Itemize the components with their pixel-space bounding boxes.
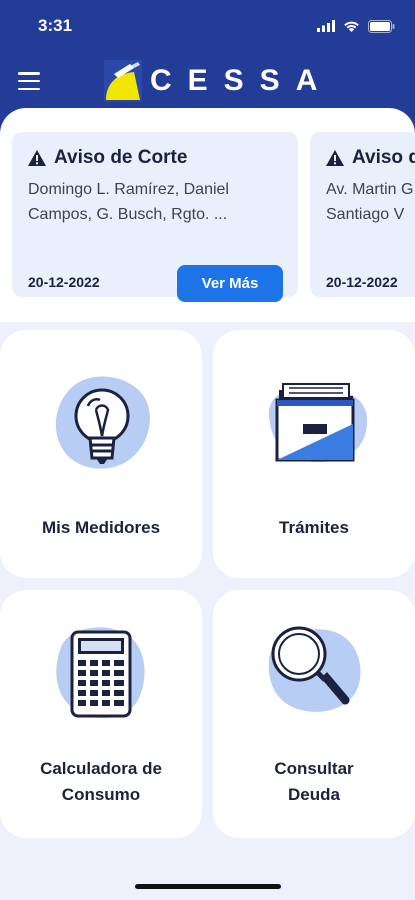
notice-date: 20-12-2022	[28, 274, 100, 290]
tile-calculadora-consumo[interactable]: Calculadora de Consumo	[0, 590, 202, 838]
notice-title: Aviso de Corte	[54, 147, 188, 168]
notice-carousel[interactable]: Aviso de Corte Domingo L. Ramírez, Danie…	[0, 108, 415, 322]
calculator-icon	[56, 627, 145, 719]
signal-icon	[317, 20, 335, 32]
tile-mis-medidores[interactable]: Mis Medidores	[0, 330, 202, 578]
logo-mark-icon	[104, 60, 142, 102]
notice-body: Av. Martin G Santiago V	[326, 181, 414, 223]
magnifier-icon	[268, 626, 361, 712]
tile-tramites[interactable]: Trámites	[213, 330, 415, 578]
status-icons	[317, 18, 395, 34]
tile-label: Trámites	[279, 518, 349, 537]
notice-title: Aviso de Corte	[352, 147, 415, 168]
notice-body: Domingo L. Ramírez, Daniel Campos, G. Bu…	[28, 181, 229, 223]
notice-card[interactable]: Aviso de Corte Av. Martin G Santiago V 2…	[310, 132, 415, 297]
home-indicator[interactable]	[135, 884, 281, 889]
battery-icon	[368, 19, 395, 33]
warning-icon	[28, 150, 46, 166]
ver-mas-button[interactable]: Ver Más	[177, 265, 283, 302]
brand-name: CESSA	[150, 64, 334, 97]
notice-date: 20-12-2022	[326, 274, 398, 290]
tile-label: Calculadora de Consumo	[40, 759, 162, 804]
tile-consultar-deuda[interactable]: Consultar Deuda	[213, 590, 415, 838]
status-time: 3:31	[38, 16, 73, 35]
notice-card[interactable]: Aviso de Corte Domingo L. Ramírez, Danie…	[12, 132, 298, 302]
tile-label: Mis Medidores	[41, 518, 161, 537]
app-logo: CESSA	[104, 60, 333, 102]
folder-icon	[268, 383, 368, 463]
warning-icon	[326, 150, 344, 166]
lightbulb-icon	[55, 376, 150, 469]
menu-icon[interactable]	[18, 70, 44, 92]
wifi-icon	[344, 21, 359, 32]
tile-label: Consultar Deuda	[274, 759, 354, 804]
status-bar: 3:31	[0, 0, 415, 52]
